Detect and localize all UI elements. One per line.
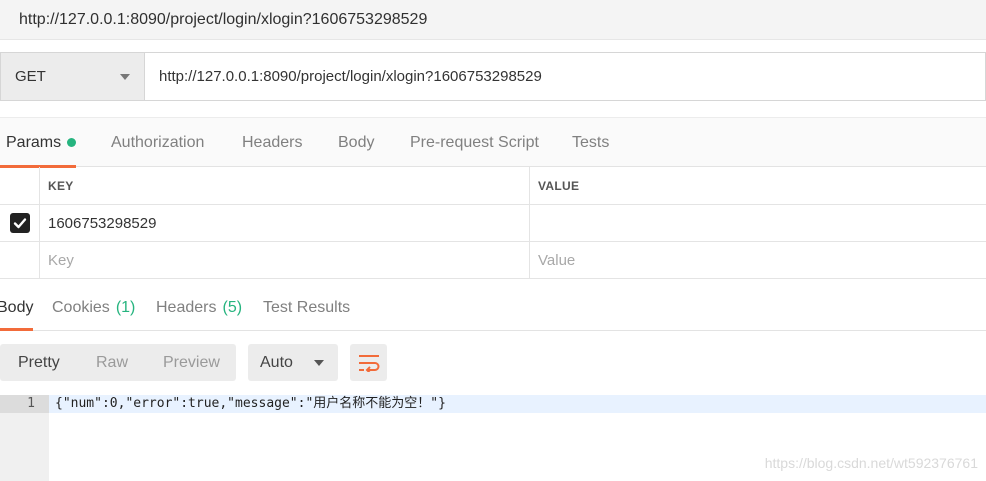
header-check-cell xyxy=(0,167,40,204)
request-tabs: Params Authorization Headers Body Pre-re… xyxy=(0,117,986,168)
url-input[interactable]: http://127.0.0.1:8090/project/login/xlog… xyxy=(144,52,986,101)
window-title: http://127.0.0.1:8090/project/login/xlog… xyxy=(0,0,986,40)
method-select[interactable]: GET xyxy=(0,52,144,101)
headers-count: (5) xyxy=(222,299,243,316)
chevron-down-icon xyxy=(314,359,324,366)
params-table: KEY VALUE 1606753298529 Key Value xyxy=(0,167,986,279)
preview-button[interactable]: Preview xyxy=(163,344,220,381)
active-line-gutter: 1 xyxy=(0,395,49,413)
tab-pre-request-script[interactable]: Pre-request Script xyxy=(410,118,539,167)
format-label: Auto xyxy=(260,353,293,371)
header-value-cell: VALUE xyxy=(530,167,986,204)
chevron-down-icon xyxy=(120,73,130,80)
method-label: GET xyxy=(15,68,46,85)
tab-headers[interactable]: Headers xyxy=(242,118,302,167)
check-icon xyxy=(13,218,26,229)
tab-tests[interactable]: Tests xyxy=(572,118,609,167)
params-header-row: KEY VALUE xyxy=(0,167,986,205)
tab-label: Cookies xyxy=(52,299,110,316)
line-number: 1 xyxy=(27,396,35,411)
view-mode-switch: Pretty Raw Preview xyxy=(0,344,236,381)
tab-label: Params xyxy=(6,133,62,151)
new-value-input[interactable]: Value xyxy=(530,242,986,278)
request-bar: GET http://127.0.0.1:8090/project/login/… xyxy=(0,52,986,101)
format-select[interactable]: Auto xyxy=(248,344,338,381)
line-number-gutter: 1 xyxy=(0,395,49,481)
wrap-lines-icon xyxy=(358,354,379,372)
response-toolbar: Pretty Raw Preview Auto xyxy=(0,344,986,382)
response-code-line: {"num":0,"error":true,"message":"用户名称不能为… xyxy=(49,395,986,413)
value-placeholder: Value xyxy=(538,251,576,269)
watermark: https://blog.csdn.net/wt592376761 xyxy=(764,455,978,471)
tab-label: Body xyxy=(0,299,34,316)
pretty-button[interactable]: Pretty xyxy=(18,344,60,381)
header-key-cell: KEY xyxy=(40,167,530,204)
row-check-cell xyxy=(0,205,40,241)
param-key-field[interactable]: 1606753298529 xyxy=(40,205,530,241)
tab-body[interactable]: Body xyxy=(338,118,374,167)
param-enabled-checkbox[interactable] xyxy=(9,213,30,233)
value-column-header: VALUE xyxy=(538,178,580,193)
param-key-text: 1606753298529 xyxy=(48,214,157,232)
tab-authorization[interactable]: Authorization xyxy=(111,118,204,167)
params-indicator-dot xyxy=(67,138,77,147)
raw-button[interactable]: Raw xyxy=(96,344,128,381)
tab-response-body[interactable]: Body xyxy=(0,286,34,331)
table-row: 1606753298529 xyxy=(0,205,986,242)
tab-cookies[interactable]: Cookies (1) xyxy=(52,286,135,330)
tab-params[interactable]: Params xyxy=(0,118,77,168)
row-check-cell xyxy=(0,242,40,278)
new-key-input[interactable]: Key xyxy=(40,242,530,278)
key-placeholder: Key xyxy=(48,251,74,269)
active-tab-underline xyxy=(0,328,34,331)
cookies-count: (1) xyxy=(115,299,136,316)
wrap-lines-button[interactable] xyxy=(350,344,387,381)
tab-test-results[interactable]: Test Results xyxy=(263,286,350,330)
table-row-new: Key Value xyxy=(0,242,986,279)
param-value-field[interactable] xyxy=(530,205,986,241)
tab-response-headers[interactable]: Headers (5) xyxy=(156,286,242,330)
key-column-header: KEY xyxy=(48,178,74,193)
tab-label: Headers xyxy=(156,299,217,316)
response-tabs: Body Cookies (1) Headers (5) Test Result… xyxy=(0,286,986,331)
